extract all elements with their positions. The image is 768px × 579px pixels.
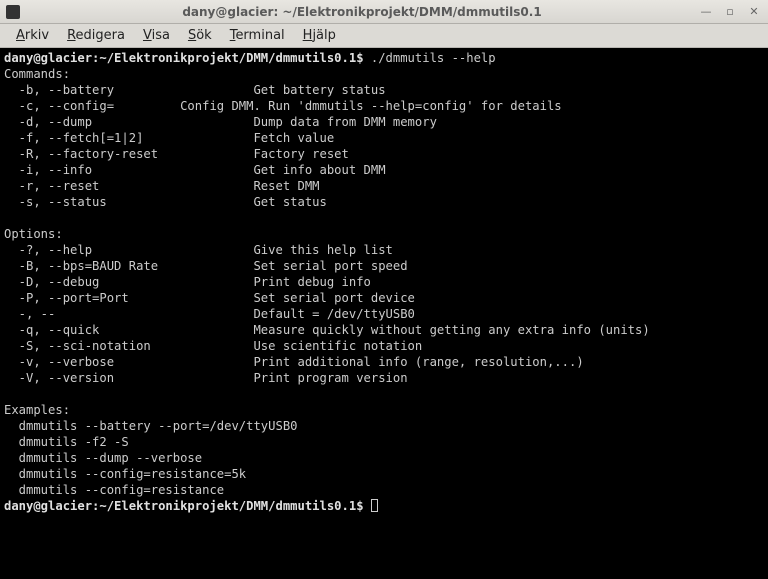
terminal-output: dany@glacier:~/Elektronikprojekt/DMM/dmm… — [4, 50, 764, 514]
menu-arkiv[interactable]: Arkiv — [8, 26, 57, 45]
window-title: dany@glacier: ~/Elektronikprojekt/DMM/dm… — [26, 5, 698, 19]
terminal-viewport[interactable]: dany@glacier:~/Elektronikprojekt/DMM/dmm… — [0, 48, 768, 579]
cursor — [371, 499, 378, 512]
titlebar: dany@glacier: ~/Elektronikprojekt/DMM/dm… — [0, 0, 768, 24]
window-controls: — ▫ ✕ — [698, 5, 762, 19]
menubar: ArkivRedigeraVisaSökTerminalHjälp — [0, 24, 768, 48]
minimize-button[interactable]: — — [698, 5, 714, 19]
menu-visa[interactable]: Visa — [135, 26, 178, 45]
menu-sök[interactable]: Sök — [180, 26, 220, 45]
close-button[interactable]: ✕ — [746, 5, 762, 19]
menu-redigera[interactable]: Redigera — [59, 26, 133, 45]
maximize-button[interactable]: ▫ — [722, 5, 738, 19]
menu-hjälp[interactable]: Hjälp — [295, 26, 344, 45]
terminal-icon — [6, 5, 20, 19]
menu-terminal[interactable]: Terminal — [222, 26, 293, 45]
app-window: dany@glacier: ~/Elektronikprojekt/DMM/dm… — [0, 0, 768, 579]
